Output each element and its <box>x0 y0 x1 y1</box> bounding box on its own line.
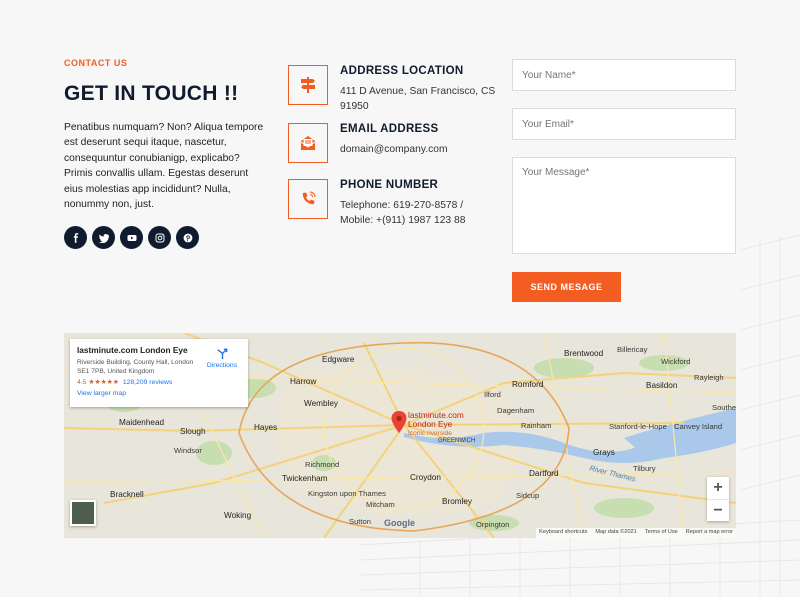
youtube-icon[interactable] <box>120 226 143 250</box>
instagram-icon[interactable] <box>148 226 171 250</box>
place-rating: 4.5 ★★★★★ 128,209 reviews <box>77 378 241 386</box>
phone-block: PHONE NUMBER Telephone: 619-270-8578 / M… <box>288 179 503 228</box>
map-label: Basildon <box>646 381 678 390</box>
map-data-text: Map data ©2021 <box>595 529 637 535</box>
report-error-link[interactable]: Report a map error <box>686 529 733 537</box>
map-label: Mitcham <box>366 500 395 509</box>
pinterest-icon[interactable] <box>176 226 199 250</box>
phone-title: PHONE NUMBER <box>340 179 439 191</box>
map-label: Edgware <box>322 355 355 364</box>
directions-button[interactable]: Directions <box>204 347 240 369</box>
place-address: Riverside Building, County Hall, London … <box>77 359 194 375</box>
facebook-icon[interactable] <box>64 226 87 250</box>
phone-icon <box>288 179 328 219</box>
map-label: Bracknell <box>110 490 144 499</box>
map-label: Brentwood <box>564 349 604 358</box>
contact-intro: CONTACT US GET IN TOUCH !! Penatibus num… <box>64 58 264 250</box>
send-message-button[interactable]: SEND MESAGE <box>512 272 621 302</box>
map-embed[interactable]: Edgware Harrow Wembley Romford Basildon … <box>64 333 736 538</box>
map-label: Dartford <box>529 469 559 478</box>
pin-label: lastminute.com London Eye Iconic riversi… <box>408 411 464 438</box>
satellite-toggle[interactable] <box>70 500 96 526</box>
map-label: Windsor <box>174 446 202 455</box>
address-title: ADDRESS LOCATION <box>340 65 464 77</box>
view-larger-map-link[interactable]: View larger map <box>77 390 241 397</box>
map-label: Rayleigh <box>694 373 724 382</box>
zoom-controls: + − <box>707 477 729 521</box>
map-label: Bromley <box>442 497 473 506</box>
pin-subtitle: Iconic riverside <box>408 430 452 437</box>
map-label: Billericay <box>617 345 648 354</box>
map-label: Slough <box>180 427 206 436</box>
address-text: 411 D Avenue, San Francisco, CS 91950 <box>340 86 496 112</box>
email-text[interactable]: domain@company.com <box>340 143 448 158</box>
pin-title-2: London Eye <box>408 419 453 429</box>
map-label: Twickenham <box>282 474 328 483</box>
social-links <box>64 226 264 250</box>
terms-link[interactable]: Terms of Use <box>645 529 678 537</box>
email-block: EMAIL ADDRESS domain@company.com <box>288 123 503 163</box>
zoom-out-button[interactable]: − <box>707 499 729 521</box>
map-label: Croydon <box>410 473 441 482</box>
map-label: Southend <box>712 403 736 412</box>
map-label: Sidcup <box>516 491 540 500</box>
map-label: Wickford <box>661 357 691 366</box>
signpost-icon <box>288 65 328 105</box>
twitter-icon[interactable] <box>92 226 115 250</box>
map-label: Harrow <box>290 377 317 386</box>
page-title: GET IN TOUCH !! <box>64 82 239 105</box>
map-label: Sutton <box>349 517 371 526</box>
intro-text: Penatibus numquam? Non? Aliqua tempore e… <box>64 122 264 211</box>
map-label: Richmond <box>305 460 340 469</box>
map-label: Orpington <box>476 520 510 529</box>
rating-stars: 4.5 ★★★★★ <box>77 379 119 386</box>
map-label: Grays <box>593 448 615 457</box>
map-label: Rainham <box>521 421 552 430</box>
map-label: Kingston upon Thames <box>308 489 386 498</box>
google-logo: Google <box>384 518 415 528</box>
map-attribution: Keyboard shortcuts Map data ©2021 Terms … <box>536 528 736 538</box>
contact-form: SEND MESAGE <box>512 59 736 302</box>
address-block: ADDRESS LOCATION 411 D Avenue, San Franc… <box>288 65 503 114</box>
zoom-in-button[interactable]: + <box>707 477 729 499</box>
map-pin-icon[interactable] <box>391 411 407 433</box>
map-label: Dagenham <box>497 406 535 415</box>
mobile-text[interactable]: Mobile: +(911) 1987 123 88 <box>340 214 465 229</box>
keyboard-shortcuts-link[interactable]: Keyboard shortcuts <box>539 529 587 537</box>
phone-lines: Telephone: 619-270-8578 / Mobile: +(911)… <box>340 199 465 228</box>
place-card: lastminute.com London Eye Riverside Buil… <box>70 339 248 407</box>
email-title: EMAIL ADDRESS <box>340 123 439 135</box>
map-label: Canvey Island <box>674 422 723 431</box>
directions-label: Directions <box>206 362 238 369</box>
section-kicker: CONTACT US <box>64 58 128 68</box>
telephone-text[interactable]: Telephone: 619-270-8578 / <box>340 199 465 214</box>
directions-icon <box>216 348 227 360</box>
map-label: Woking <box>224 511 252 520</box>
map-label: Tilbury <box>633 464 656 473</box>
map-label: Ilford <box>484 390 501 399</box>
email-field[interactable] <box>512 108 736 140</box>
map-label: Wembley <box>304 399 338 408</box>
reviews-link[interactable]: 128,209 reviews <box>123 379 173 386</box>
message-field[interactable] <box>512 157 736 254</box>
envelope-icon <box>288 123 328 163</box>
name-field[interactable] <box>512 59 736 91</box>
map-label: Stanford-le-Hope <box>609 422 667 431</box>
map-label: Romford <box>512 380 544 389</box>
map-label: Maidenhead <box>119 418 165 427</box>
map-label: Hayes <box>254 423 278 432</box>
map-label: GREENWICH <box>438 438 476 444</box>
